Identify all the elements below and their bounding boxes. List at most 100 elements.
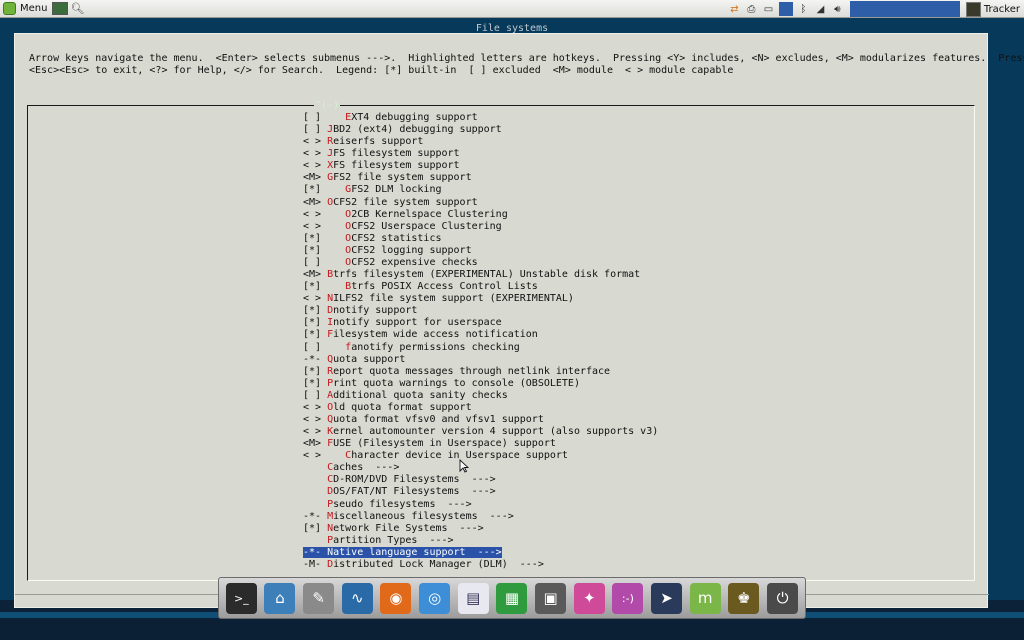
- menu-item[interactable]: -M- Distributed Lock Manager (DLM) --->: [303, 559, 544, 571]
- menu-item[interactable]: -*- Miscellaneous filesystems --->: [303, 511, 514, 523]
- volume-icon[interactable]: 🔊︎: [831, 3, 844, 16]
- menu-item[interactable]: <M> OCFS2 file system support: [303, 197, 478, 209]
- tracker-label[interactable]: Tracker: [984, 4, 1020, 15]
- menu-item-state[interactable]: [*]: [303, 245, 321, 256]
- menu-item[interactable]: Partition Types --->: [303, 535, 453, 547]
- menu-item[interactable]: <M> GFS2 file system support: [303, 172, 472, 184]
- menu-item[interactable]: [ ] EXT4 debugging support: [303, 112, 478, 124]
- menu-item[interactable]: < > O2CB Kernelspace Clustering: [303, 209, 508, 221]
- menu-item[interactable]: < > OCFS2 Userspace Clustering: [303, 221, 502, 233]
- menu-item[interactable]: < > Kernel automounter version 4 support…: [303, 426, 658, 438]
- menu-item[interactable]: [*] Filesystem wide access notification: [303, 329, 538, 341]
- menu-item[interactable]: -*- Quota support: [303, 354, 405, 366]
- menu-item-state[interactable]: <M>: [303, 438, 321, 449]
- clock-area[interactable]: [849, 1, 960, 17]
- menu-item-state[interactable]: [*]: [303, 317, 321, 328]
- pointer-app-icon[interactable]: ➤: [651, 582, 683, 614]
- pidgin-chat-icon[interactable]: :-): [612, 582, 644, 614]
- menu-item[interactable]: < > Reiserfs support: [303, 136, 423, 148]
- menu-item[interactable]: <M> FUSE (Filesystem in Userspace) suppo…: [303, 438, 556, 450]
- menu-item-state[interactable]: < >: [303, 293, 321, 304]
- menu-item-state[interactable]: < >: [303, 402, 321, 413]
- menu-item-state[interactable]: [303, 486, 321, 497]
- menu-item[interactable]: Caches --->: [303, 462, 399, 474]
- menu-item-state[interactable]: [*]: [303, 378, 321, 389]
- menu-item-state[interactable]: [*]: [303, 184, 321, 195]
- menu-item[interactable]: [*] OCFS2 statistics: [303, 233, 442, 245]
- menu-item[interactable]: [*] Dnotify support: [303, 305, 417, 317]
- menu-item[interactable]: [ ] OCFS2 expensive checks: [303, 257, 478, 269]
- menu-item-state[interactable]: -*-: [303, 354, 321, 365]
- menu-item-state[interactable]: < >: [303, 414, 321, 425]
- menu-item[interactable]: < > XFS filesystem support: [303, 160, 460, 172]
- menu-item-state[interactable]: <M>: [303, 197, 321, 208]
- printer-icon[interactable]: ⎙: [745, 3, 758, 16]
- menu-item[interactable]: DOS/FAT/NT Filesystems --->: [303, 486, 496, 498]
- firefox-icon[interactable]: ◉: [380, 582, 412, 614]
- menu-item-state[interactable]: < >: [303, 221, 321, 232]
- menu-item[interactable]: [ ] JBD2 (ext4) debugging support: [303, 124, 502, 136]
- menu-item-state[interactable]: < >: [303, 450, 321, 461]
- system-monitor-icon[interactable]: ∿: [341, 582, 373, 614]
- menu-item-state[interactable]: [303, 499, 321, 510]
- menu-item[interactable]: -*- Native language support --->: [303, 546, 502, 559]
- menu-item-state[interactable]: < >: [303, 160, 321, 171]
- terminal-icon[interactable]: >_: [225, 582, 257, 614]
- menu-item[interactable]: Pseudo filesystems --->: [303, 499, 472, 511]
- menu-item-state[interactable]: [*]: [303, 523, 321, 534]
- color-palette-icon[interactable]: ✦: [573, 582, 605, 614]
- drive-icon[interactable]: ▭: [762, 3, 775, 16]
- menu-item-state[interactable]: [303, 535, 321, 546]
- game-icon[interactable]: ♚: [728, 582, 760, 614]
- menu-item[interactable]: [ ] fanotify permissions checking: [303, 342, 520, 354]
- menu-item-state[interactable]: < >: [303, 136, 321, 147]
- calculator-icon[interactable]: ▣: [535, 582, 567, 614]
- menu-item-state[interactable]: [*]: [303, 233, 321, 244]
- tracker-icon[interactable]: [965, 1, 981, 17]
- menu-item[interactable]: [*] Inotify support for userspace: [303, 317, 502, 329]
- menu-item[interactable]: < > NILFS2 file system support (EXPERIME…: [303, 293, 574, 305]
- menu-item-state[interactable]: -*-: [303, 547, 321, 558]
- menu-item-state[interactable]: [ ]: [303, 257, 321, 268]
- menu-item-state[interactable]: -*-: [303, 511, 321, 522]
- document-viewer-icon[interactable]: ▤: [457, 582, 489, 614]
- chromium-icon[interactable]: ◎: [419, 582, 451, 614]
- menu-item-state[interactable]: [*]: [303, 281, 321, 292]
- menu-item[interactable]: [*] Network File Systems --->: [303, 523, 484, 535]
- menu-item[interactable]: [*] GFS2 DLM locking: [303, 184, 442, 196]
- terminal-window[interactable]: File systems Arrow keys navigate the men…: [0, 18, 1024, 618]
- network-config-icon[interactable]: ⌂: [264, 582, 296, 614]
- network-icon[interactable]: ⇄: [728, 3, 741, 16]
- menu-item-state[interactable]: < >: [303, 209, 321, 220]
- menu-item-state[interactable]: <M>: [303, 172, 321, 183]
- menu-item[interactable]: < > JFS filesystem support: [303, 148, 460, 160]
- menu-item[interactable]: < > Character device in Userspace suppor…: [303, 450, 568, 462]
- menu-item-state[interactable]: [ ]: [303, 124, 321, 135]
- menu-button[interactable]: Menu: [0, 0, 50, 18]
- menu-item-state[interactable]: [ ]: [303, 390, 321, 401]
- search-icon[interactable]: 🔍︎: [70, 2, 84, 15]
- show-desktop-icon[interactable]: [52, 2, 69, 15]
- menu-item-state[interactable]: [*]: [303, 305, 321, 316]
- wifi-icon[interactable]: ◢: [814, 3, 827, 16]
- menu-item-state[interactable]: < >: [303, 148, 321, 159]
- menu-item[interactable]: CD-ROM/DVD Filesystems --->: [303, 474, 496, 486]
- menu-item-state[interactable]: -M-: [303, 559, 321, 570]
- menu-item[interactable]: [*] OCFS2 logging support: [303, 245, 472, 257]
- menu-item-state[interactable]: [303, 462, 321, 473]
- workspace-switcher[interactable]: [778, 2, 793, 16]
- power-icon[interactable]: ⏻: [767, 582, 799, 614]
- menu-item[interactable]: <M> Btrfs filesystem (EXPERIMENTAL) Unst…: [303, 269, 640, 281]
- bluetooth-icon[interactable]: ᛒ: [797, 3, 810, 16]
- menu-item-state[interactable]: [303, 474, 321, 485]
- menu-item[interactable]: < > Quota format vfsv0 and vfsv1 support: [303, 414, 544, 426]
- menu-item[interactable]: [*] Print quota warnings to console (OBS…: [303, 378, 580, 390]
- menu-item-state[interactable]: [ ]: [303, 342, 321, 353]
- menu-item-state[interactable]: [*]: [303, 329, 321, 340]
- menu-item-state[interactable]: <M>: [303, 269, 321, 280]
- menu-item-state[interactable]: < >: [303, 426, 321, 437]
- menu-item[interactable]: [*] Report quota messages through netlin…: [303, 366, 610, 378]
- menu-item-state[interactable]: [ ]: [303, 112, 321, 123]
- menu-item[interactable]: [ ] Additional quota sanity checks: [303, 390, 508, 402]
- menu-item-state[interactable]: [*]: [303, 366, 321, 377]
